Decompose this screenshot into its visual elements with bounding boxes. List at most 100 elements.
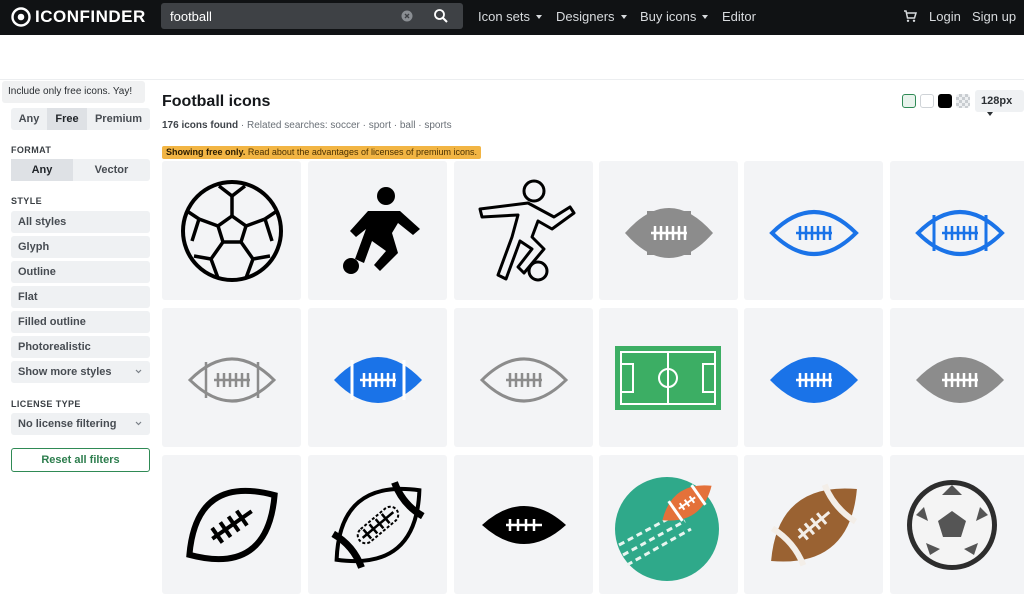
nav-icon-sets[interactable]: Icon sets <box>478 9 543 24</box>
license-select[interactable]: No license filtering <box>11 413 150 435</box>
chevron-down-icon <box>135 421 142 426</box>
icon-tile[interactable] <box>599 161 738 300</box>
bg-swatch-white[interactable] <box>920 94 934 108</box>
nav-label: Editor <box>722 9 756 24</box>
cart-icon[interactable] <box>903 9 917 23</box>
football-gray-outline-2-icon <box>479 357 569 403</box>
style-filled-outline[interactable]: Filled outline <box>11 311 150 333</box>
chevron-down-icon <box>135 369 142 374</box>
divider <box>0 79 1024 80</box>
style-glyph[interactable]: Glyph <box>11 236 150 258</box>
tooltip: Include only free icons. Yay! <box>2 81 145 103</box>
icon-tile[interactable] <box>744 455 883 594</box>
search-input[interactable]: football <box>170 9 212 24</box>
nav-designers[interactable]: Designers <box>556 9 627 24</box>
related-label: · Related searches: <box>240 120 328 131</box>
soccer-player-outline-icon <box>478 179 576 282</box>
related-link-soccer[interactable]: soccer <box>330 120 359 131</box>
soccer-ball-gray-icon <box>907 480 997 570</box>
icon-tile[interactable] <box>744 308 883 447</box>
icon-tile[interactable] <box>162 161 301 300</box>
icon-tile[interactable] <box>162 308 301 447</box>
football-brown-icon <box>770 483 858 567</box>
related-link-sports[interactable]: sports <box>424 120 451 131</box>
price-free[interactable]: Free <box>47 108 87 130</box>
chevron-down-icon <box>620 14 627 19</box>
soccer-field-icon <box>615 346 721 410</box>
top-bar: ICONFINDER football Icon sets Designers … <box>0 0 1024 35</box>
show-more-styles[interactable]: Show more styles <box>11 361 150 383</box>
format-vector[interactable]: Vector <box>73 159 150 181</box>
banner-link[interactable]: Read about the advantages of licenses of… <box>248 147 477 157</box>
icon-tile[interactable] <box>308 308 447 447</box>
football-blue-solid-icon <box>770 357 858 403</box>
brand-name: ICONFINDER <box>35 7 146 26</box>
clear-icon[interactable] <box>401 10 413 22</box>
football-black-outline-icon <box>186 488 278 562</box>
icon-tile[interactable] <box>454 455 593 594</box>
nav-label: Buy icons <box>640 9 697 24</box>
football-blue-outline-icon <box>769 210 859 256</box>
bg-swatch-green[interactable] <box>902 94 916 108</box>
icon-tile[interactable] <box>599 308 738 447</box>
style-title: STYLE <box>11 196 43 206</box>
logo[interactable]: ICONFINDER <box>11 7 146 27</box>
search-box[interactable]: football <box>161 3 463 29</box>
icon-tile[interactable] <box>744 161 883 300</box>
football-black-solid-icon <box>482 506 566 544</box>
size-select[interactable]: 128px <box>975 90 1024 116</box>
icon-tile[interactable] <box>890 161 1024 300</box>
login-link[interactable]: Login <box>929 9 961 24</box>
show-more-label: Show more styles <box>18 366 112 378</box>
search-icon[interactable] <box>433 8 449 24</box>
nav-buy-icons[interactable]: Buy icons <box>640 9 709 24</box>
eye-logo-icon <box>11 7 31 27</box>
football-gray-icon <box>625 208 713 258</box>
format-title: FORMAT <box>11 145 52 155</box>
size-value: 128px <box>981 95 1013 107</box>
nav-label: Icon sets <box>478 9 531 24</box>
icon-tile[interactable] <box>890 455 1024 594</box>
style-all[interactable]: All styles <box>11 211 150 233</box>
soccer-player-glyph-icon <box>343 187 420 274</box>
chevron-down-icon <box>987 112 993 116</box>
icon-tile[interactable] <box>162 455 301 594</box>
football-field-circle-icon <box>615 477 719 581</box>
icon-tile[interactable] <box>890 308 1024 447</box>
chevron-down-icon <box>702 14 709 19</box>
format-filter: Any Vector <box>11 159 150 181</box>
football-gray-solid-icon <box>916 357 1004 403</box>
price-premium[interactable]: Premium <box>87 108 150 130</box>
signup-link[interactable]: Sign up <box>972 9 1016 24</box>
license-value: No license filtering <box>18 418 117 430</box>
nav-label: Designers <box>556 9 615 24</box>
icon-tile[interactable] <box>308 161 447 300</box>
football-gray-outline-icon <box>187 357 277 403</box>
format-any[interactable]: Any <box>11 159 73 181</box>
football-blue-outline-2-icon <box>915 210 1005 256</box>
football-black-detailed-icon <box>331 481 425 569</box>
style-photorealistic[interactable]: Photorealistic <box>11 336 150 358</box>
chevron-down-icon <box>536 14 543 19</box>
football-blue-filled-icon <box>334 357 422 403</box>
style-outline[interactable]: Outline <box>11 261 150 283</box>
icon-tile[interactable] <box>308 455 447 594</box>
page-title: Football icons <box>162 93 271 110</box>
price-any[interactable]: Any <box>11 108 47 130</box>
nav-editor[interactable]: Editor <box>722 9 756 24</box>
icon-tile[interactable] <box>599 455 738 594</box>
reset-filters-button[interactable]: Reset all filters <box>11 448 150 472</box>
banner-strong: Showing free only. <box>166 147 246 157</box>
price-filter: Any Free Premium <box>11 108 150 130</box>
bg-swatch-transparent[interactable] <box>956 94 970 108</box>
results-summary: 176 icons found · Related searches: socc… <box>162 120 452 131</box>
soccer-ball-outline-icon <box>181 180 283 282</box>
style-flat[interactable]: Flat <box>11 286 150 308</box>
icon-tile[interactable] <box>454 161 593 300</box>
license-title: LICENSE TYPE <box>11 399 81 409</box>
related-link-ball[interactable]: ball <box>400 120 416 131</box>
bg-swatch-black[interactable] <box>938 94 952 108</box>
related-link-sport[interactable]: sport <box>369 120 391 131</box>
icon-tile[interactable] <box>454 308 593 447</box>
free-banner: Showing free only. Read about the advant… <box>162 146 481 159</box>
